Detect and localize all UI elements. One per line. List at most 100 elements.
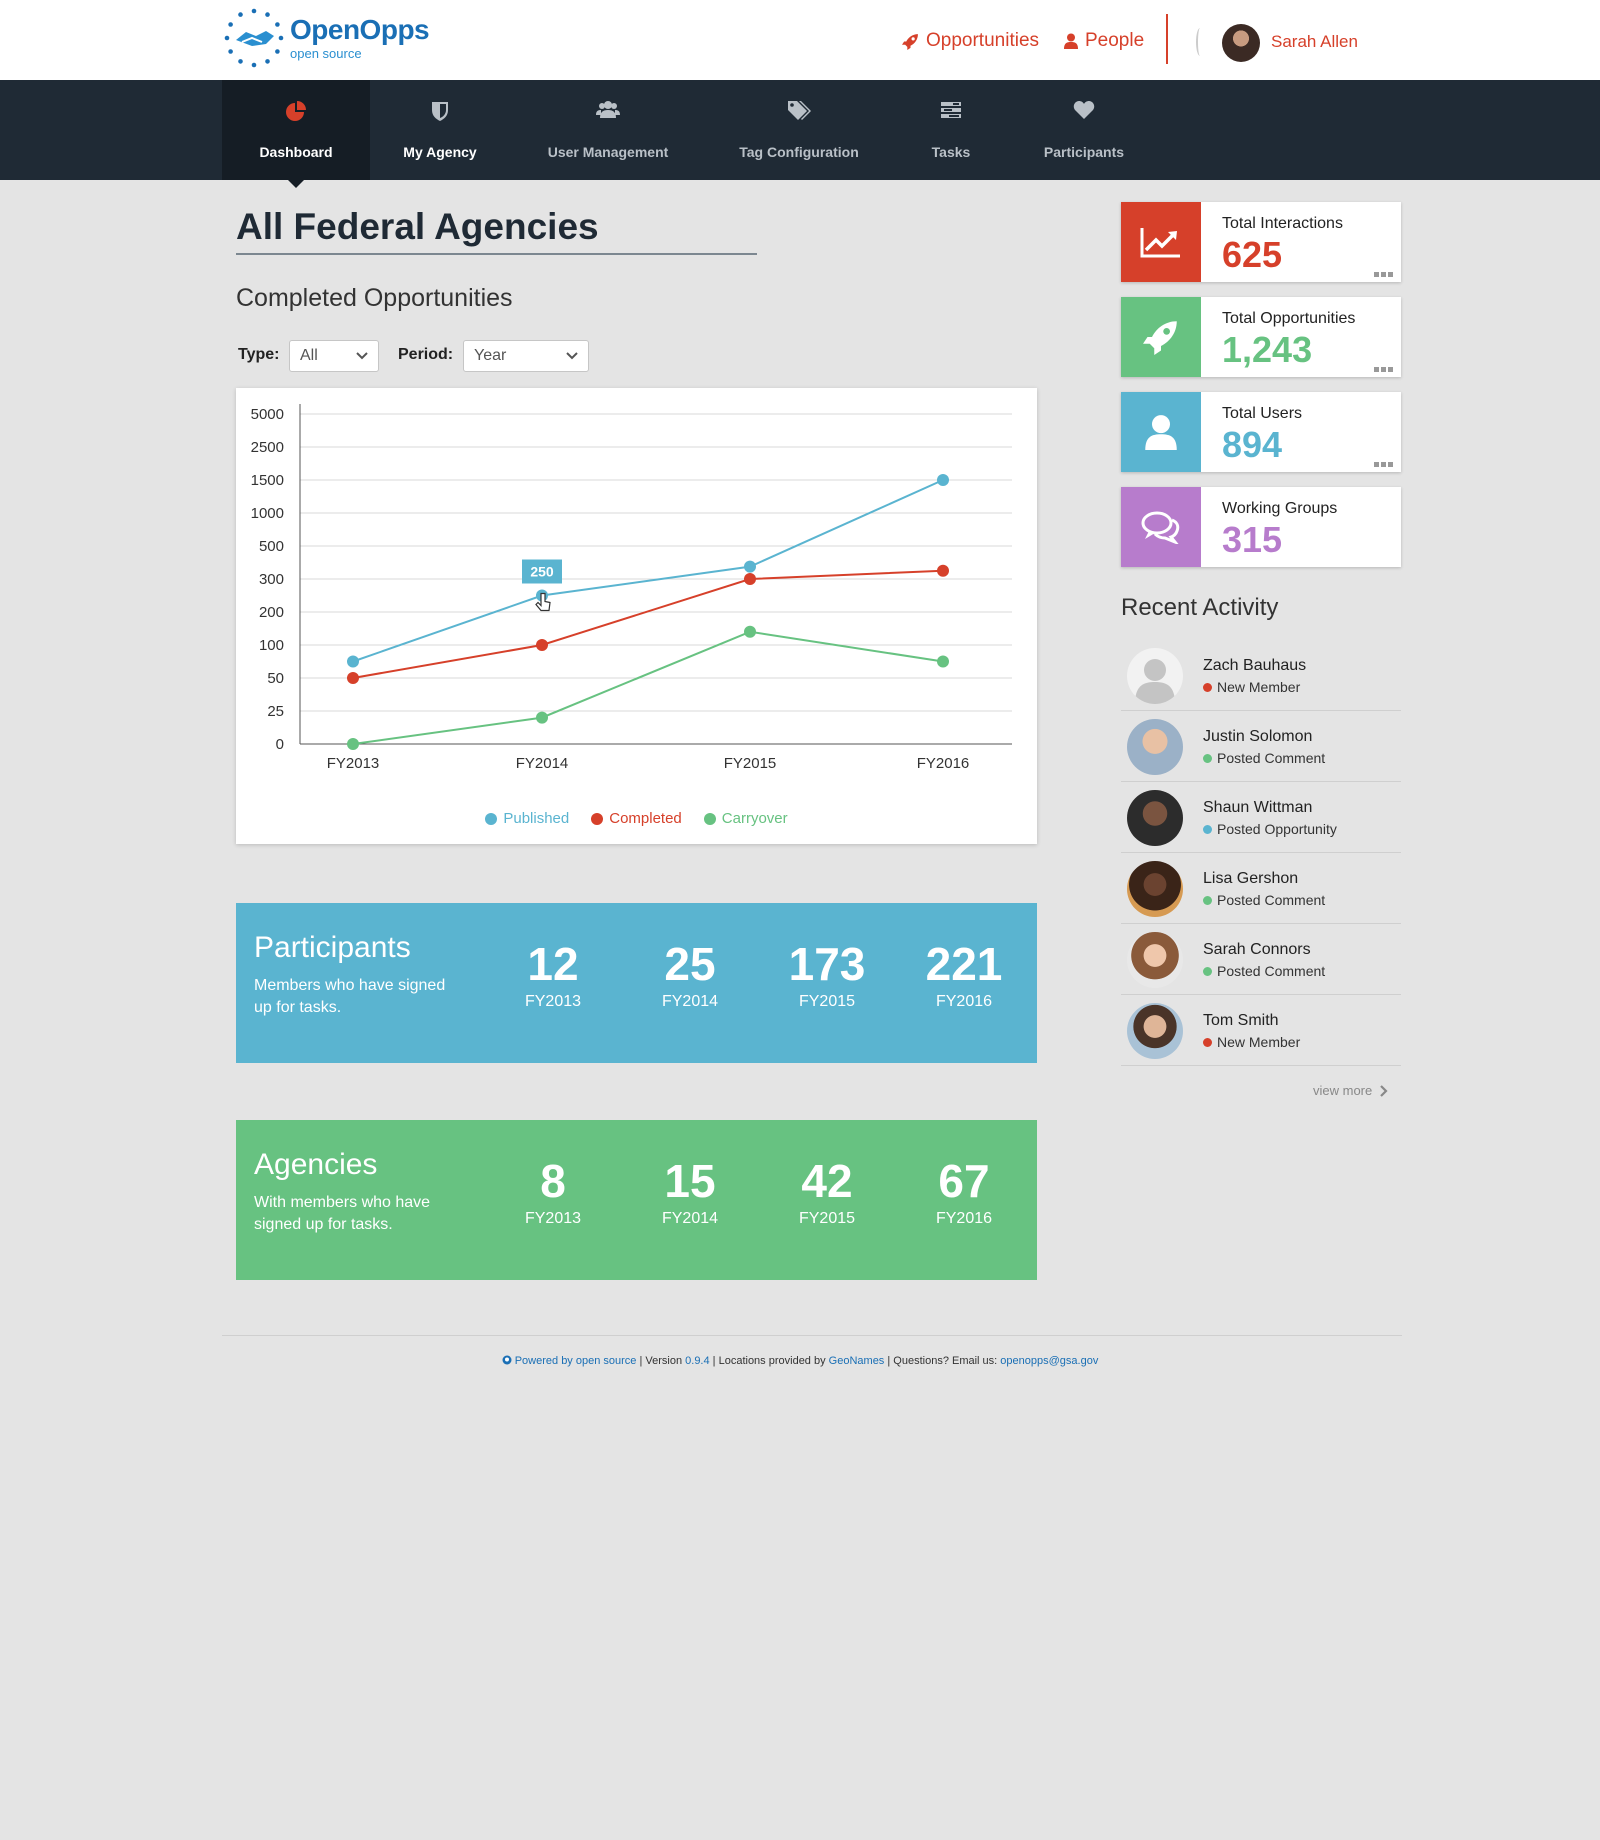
nav-item-label: Dashboard [259,144,333,160]
type-filter-label: Type: [238,346,280,363]
kpi-label: Total Users [1222,405,1303,422]
type-select[interactable]: All [289,340,379,372]
kpi-tile [1121,392,1201,472]
email-link[interactable]: openopps@gsa.gov [1000,1355,1098,1367]
opportunities-link[interactable]: Opportunities [902,30,1039,52]
kpi-total-users[interactable]: Total Users 894 [1121,392,1401,472]
legend-dot [703,812,716,825]
stat-value: 25 [664,938,716,990]
stat-value: 12 [527,938,579,990]
kpi-tile [1121,297,1201,377]
activity-action: Posted Comment [1203,892,1325,908]
stat-year: FY2015 [798,1210,856,1227]
series-line-published [352,479,944,663]
nav-item-participants[interactable]: Participants [1036,80,1132,180]
data-point-published [937,474,949,486]
view-more-link[interactable]: view more [1313,1083,1388,1098]
chevron-right-icon [1380,1084,1388,1097]
kpi-total-opportunities[interactable]: Total Opportunities 1,243 [1121,297,1401,377]
avatar[interactable] [1222,24,1260,62]
top-header: OpenOpps open source Opportunities Peopl… [0,0,1600,80]
kpi-tile [1121,202,1201,282]
kpi-working-groups[interactable]: Working Groups 315 [1121,487,1401,567]
nav-item-dashboard[interactable]: Dashboard [222,80,370,188]
stat-year: FY2014 [661,993,719,1010]
activity-item[interactable]: Lisa Gershon Posted Comment [1121,853,1401,924]
data-point-carryover [744,625,756,638]
series-line-carryover [352,630,944,745]
stat-value: 221 [925,938,1003,990]
status-dot [1203,966,1212,976]
chevron-down-icon [356,352,368,360]
view-more-label: view more [1313,1083,1373,1098]
activity-action-label: Posted Opportunity [1217,821,1337,837]
user-icon [1145,415,1177,450]
data-point-completed [744,573,756,585]
activity-item[interactable]: Shaun Wittman Posted Opportunity [1121,782,1401,853]
page-title: All Federal Agencies [236,206,599,247]
user-name[interactable]: Sarah Allen [1271,32,1358,52]
stat-fy2014: 15 FY2014 [630,1156,750,1228]
trend-icon [1140,228,1180,258]
chart-legend: Published Completed Carryover [236,810,1037,827]
legend-label: Published [503,810,570,827]
tags-icon [788,101,811,120]
activity-action: Posted Comment [1203,963,1325,979]
nav-item-tasks[interactable]: Tasks [910,80,992,180]
x-tick-label: FY2015 [724,755,777,772]
stat-year: FY2016 [935,1210,993,1227]
stat-fy2016: 67 FY2016 [904,1156,1024,1228]
activity-item[interactable]: Zach Bauhaus New Member [1121,640,1401,711]
stat-value: 15 [664,1155,716,1207]
more-options-icon[interactable] [1374,462,1393,467]
y-tick-label: 200 [259,604,284,621]
github-icon [502,1355,512,1365]
nav-item-user-management[interactable]: User Management [528,80,688,180]
more-options-icon[interactable] [1374,272,1393,277]
banner-title: Agencies [254,1148,378,1181]
activity-item[interactable]: Sarah Connors Posted Comment [1121,924,1401,995]
stat-value: 173 [788,938,866,990]
kpi-label: Total Opportunities [1222,310,1356,327]
y-tick-label: 1500 [251,472,284,489]
activity-item[interactable]: Tom Smith New Member [1121,995,1401,1066]
geonames-link[interactable]: GeoNames [829,1355,885,1367]
people-link-label: People [1085,30,1145,51]
nav-item-label: Participants [1043,144,1125,160]
logo[interactable]: OpenOpps open source [222,6,430,70]
avatar [1127,1003,1183,1059]
powered-by-link[interactable]: Powered by open source [515,1355,637,1367]
chat-icon [1141,511,1180,544]
y-tick-label: 50 [267,670,284,687]
recent-activity-title: Recent Activity [1121,594,1279,621]
legend-item-carryover[interactable]: Carryover [703,810,788,827]
banner-description: With members who have signed up for task… [254,1194,431,1233]
legend-item-completed[interactable]: Completed [591,810,682,827]
activity-user-name: Tom Smith [1203,1012,1279,1029]
activity-item[interactable]: Justin Solomon Posted Comment [1121,711,1401,782]
completed-opportunities-chart: 0 25 50 100 200 300 500 1000 1500 2500 5000 FY2013 F… [236,388,1037,844]
tooltip-label: 250 [530,564,554,580]
y-tick-label: 2500 [251,439,284,456]
people-link[interactable]: People [1064,30,1144,52]
kpi-total-interactions[interactable]: Total Interactions 625 [1121,202,1401,282]
footer-questions-prefix: | Questions? Email us: [887,1355,998,1367]
activity-user-name: Lisa Gershon [1203,870,1299,887]
nav-item-label: My Agency [403,144,477,160]
more-options-icon[interactable] [1374,367,1393,372]
nav-item-tag-configuration[interactable]: Tag Configuration [728,80,870,180]
x-tick-label: FY2013 [327,755,380,772]
user-icon [1064,33,1078,49]
avatar [1127,719,1183,775]
version-link[interactable]: 0.9.4 [685,1355,709,1367]
data-point-published [744,560,756,573]
period-select[interactable]: Year [463,340,589,372]
banner-title: Participants [254,931,411,964]
legend-dot [591,812,604,825]
activity-user-name: Shaun Wittman [1203,799,1313,816]
chevron-down-icon [566,352,578,360]
legend-item-published[interactable]: Published [485,810,569,827]
activity-action-label: Posted Comment [1217,963,1326,979]
nav-item-my-agency[interactable]: My Agency [370,80,510,180]
stat-fy2015: 42 FY2015 [767,1156,887,1228]
